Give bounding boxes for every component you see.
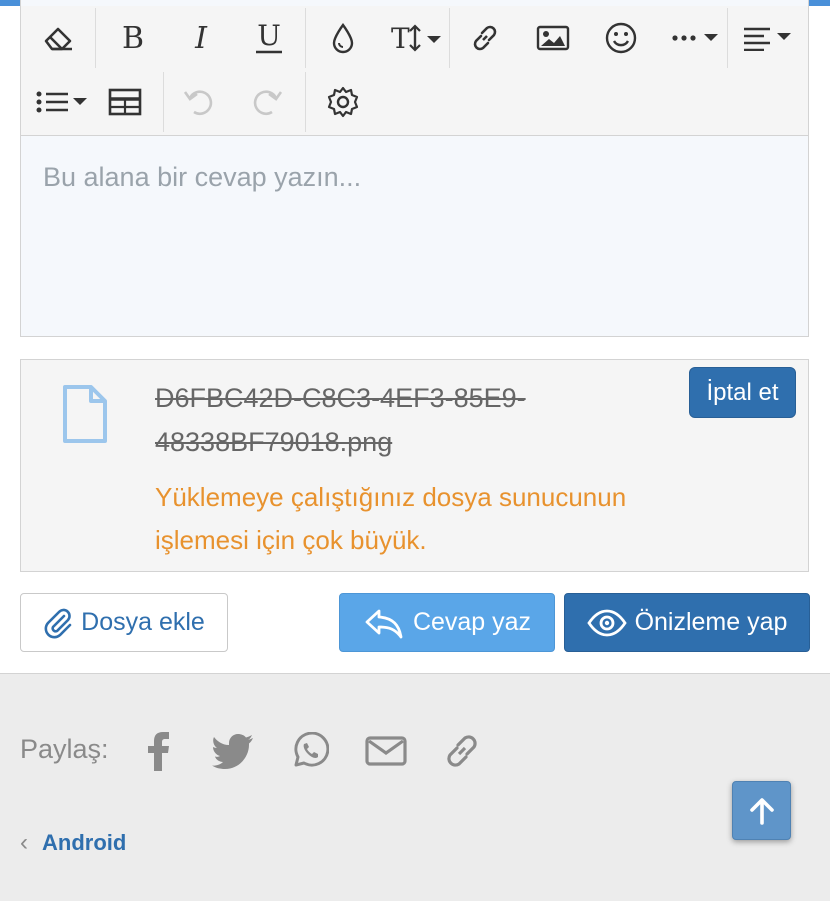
italic-icon: I: [194, 22, 208, 54]
share-label: Paylaş:: [20, 734, 109, 764]
email-icon: [365, 736, 407, 766]
undo-button[interactable]: [169, 74, 229, 130]
align-button[interactable]: [735, 10, 801, 66]
underline-icon: U: [256, 21, 282, 54]
attach-file-label: Dosya ekle: [81, 608, 205, 636]
attachment-filename-line1: D6FBC42D-C8C3-4EF3-85E9-: [155, 383, 526, 413]
post-reply-label: Cevap yaz: [412, 608, 532, 636]
insert-table-button[interactable]: [95, 74, 155, 130]
attachment-filename: D6FBC42D-C8C3-4EF3-85E9- 48338BF79018.pn…: [155, 376, 635, 464]
editor-toolbar: B I U T: [21, 6, 808, 136]
toolbar-divider: [449, 8, 450, 68]
upload-error-message: Yüklemeye çalıştığınız dosya sunucunun i…: [155, 476, 755, 562]
align-icon: [744, 27, 791, 51]
attach-file-button[interactable]: Dosya ekle: [20, 593, 228, 652]
link-icon: [473, 25, 497, 51]
list-button[interactable]: [29, 74, 95, 130]
svg-text:T: T: [391, 22, 410, 54]
upload-error-line1: Yüklemeye çalıştığınız dosya sunucunun: [155, 482, 627, 512]
attachment-upload-box: D6FBC42D-C8C3-4EF3-85E9- 48338BF79018.pn…: [20, 359, 809, 572]
paperclip-icon: [44, 608, 72, 638]
upload-error-line2: işlemesi için çok büyük.: [155, 525, 427, 555]
reply-icon: [365, 609, 403, 638]
eye-icon: [586, 609, 627, 636]
chevron-left-icon: ‹: [20, 829, 28, 856]
bold-button[interactable]: B: [103, 10, 163, 66]
eraser-icon: [44, 27, 72, 51]
bold-icon: B: [122, 22, 144, 54]
toolbar-divider: [305, 72, 306, 132]
editor-settings-button[interactable]: [313, 74, 373, 130]
whatsapp-icon: [294, 732, 329, 767]
redo-icon: [253, 90, 283, 115]
italic-button[interactable]: I: [171, 10, 231, 66]
svg-text:U: U: [257, 21, 281, 52]
underline-button[interactable]: U: [239, 10, 299, 66]
toolbar-divider: [305, 8, 306, 68]
breadcrumb[interactable]: ‹ Android: [20, 829, 126, 857]
facebook-icon: [148, 732, 169, 771]
link-icon: [447, 735, 477, 767]
text-size-icon: T: [391, 22, 441, 54]
share-link-button[interactable]: [440, 729, 484, 773]
text-color-button[interactable]: [313, 10, 373, 66]
insert-link-button[interactable]: [455, 10, 515, 66]
undo-icon: [183, 90, 213, 115]
share-twitter-button[interactable]: [211, 729, 255, 773]
clear-formatting-button[interactable]: [29, 10, 89, 66]
reply-text-area[interactable]: Bu alana bir cevap yazın...: [43, 162, 361, 193]
svg-text:B: B: [122, 22, 144, 54]
preview-button[interactable]: Önizleme yap: [564, 593, 810, 652]
arrow-up-icon: [749, 797, 774, 825]
preview-label: Önizleme yap: [634, 608, 788, 636]
insert-smilie-button[interactable]: [591, 10, 651, 66]
share-whatsapp-button[interactable]: [288, 729, 332, 773]
scroll-to-top-button[interactable]: [732, 781, 791, 840]
smile-icon: [605, 22, 637, 54]
share-facebook-button[interactable]: [136, 729, 180, 773]
redo-button[interactable]: [237, 74, 297, 130]
gear-icon: [327, 86, 359, 118]
share-email-button[interactable]: [364, 729, 408, 773]
more-options-button[interactable]: [661, 10, 731, 66]
toolbar-divider: [95, 8, 96, 68]
toolbar-divider: [727, 8, 728, 68]
table-icon: [108, 88, 142, 116]
svg-text:I: I: [194, 22, 208, 54]
reply-editor: B I U T Bu alana bir cevap yazın...: [20, 0, 809, 337]
cancel-upload-button[interactable]: İptal et: [689, 367, 796, 418]
image-icon: [536, 25, 570, 51]
post-reply-button[interactable]: Cevap yaz: [339, 593, 555, 652]
attachment-filename-line2: 48338BF79018.png: [155, 427, 393, 457]
drop-icon: [332, 22, 354, 54]
page-footer: Paylaş: ‹ Android: [0, 673, 830, 901]
file-icon: [61, 384, 109, 449]
list-icon: [36, 91, 87, 113]
twitter-icon: [212, 734, 253, 769]
insert-image-button[interactable]: [523, 10, 583, 66]
breadcrumb-android[interactable]: Android: [42, 830, 126, 856]
toolbar-divider: [163, 72, 164, 132]
text-size-button[interactable]: T: [377, 10, 457, 66]
more-icon: [672, 34, 718, 41]
